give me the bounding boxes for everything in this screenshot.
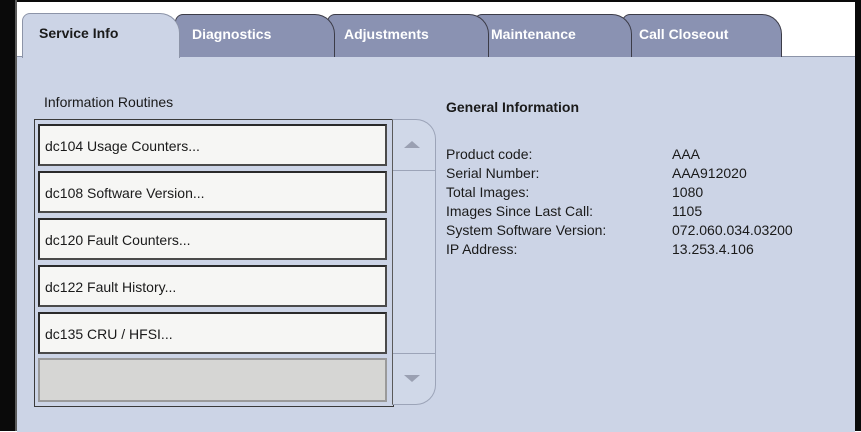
info-value: AAA (672, 146, 701, 162)
info-value: 1105 (672, 203, 703, 219)
list-item-dc135[interactable]: dc135 CRU / HFSI... (38, 312, 387, 354)
info-label: Product code: (446, 146, 533, 162)
list-item-dc108[interactable]: dc108 Software Version... (38, 171, 387, 213)
routines-list: dc104 Usage Counters... dc108 Software V… (34, 119, 394, 407)
tab-adjustments[interactable]: Adjustments (327, 14, 489, 57)
info-label: System Software Version: (446, 222, 607, 238)
info-value: 1080 (672, 184, 704, 200)
tab-bar: Call Closeout Maintenance Adjustments Di… (0, 0, 861, 58)
info-row-serial-number: Serial Number: AAA912020 (446, 165, 846, 184)
information-routines-heading: Information Routines (44, 94, 174, 110)
scroll-down-button[interactable] (393, 353, 435, 404)
tab-maintenance[interactable]: Maintenance (474, 14, 632, 57)
list-item-empty (38, 358, 387, 402)
info-value: 13.253.4.106 (672, 241, 754, 257)
info-label: Images Since Last Call: (446, 203, 594, 219)
list-item-dc122[interactable]: dc122 Fault History... (38, 265, 387, 307)
list-item-dc104[interactable]: dc104 Usage Counters... (38, 124, 387, 166)
general-information-heading: General Information (446, 99, 580, 115)
info-label: IP Address: (446, 241, 518, 257)
routines-scrollbar[interactable] (392, 119, 436, 405)
tab-diagnostics[interactable]: Diagnostics (175, 14, 335, 57)
info-row-product-code: Product code: AAA (446, 146, 846, 165)
window-frame-right (855, 0, 861, 431)
scroll-up-button[interactable] (393, 120, 435, 171)
info-value: 072.060.034.03200 (672, 222, 793, 238)
tab-service-info[interactable]: Service Info (22, 13, 180, 58)
info-row-ip-address: IP Address: 13.253.4.106 (446, 241, 846, 260)
info-row-system-software-version: System Software Version: 072.060.034.032… (446, 222, 846, 241)
info-row-total-images: Total Images: 1080 (446, 184, 846, 203)
list-item-dc120[interactable]: dc120 Fault Counters... (38, 218, 387, 260)
info-label: Serial Number: (446, 165, 540, 181)
tab-call-closeout[interactable]: Call Closeout (622, 14, 782, 57)
arrow-up-icon (404, 141, 420, 148)
service-window: Call Closeout Maintenance Adjustments Di… (0, 0, 861, 432)
info-row-images-since-last-call: Images Since Last Call: 1105 (446, 203, 846, 222)
info-label: Total Images: (446, 184, 530, 200)
info-value: AAA912020 (672, 165, 747, 181)
arrow-down-icon (404, 375, 420, 382)
